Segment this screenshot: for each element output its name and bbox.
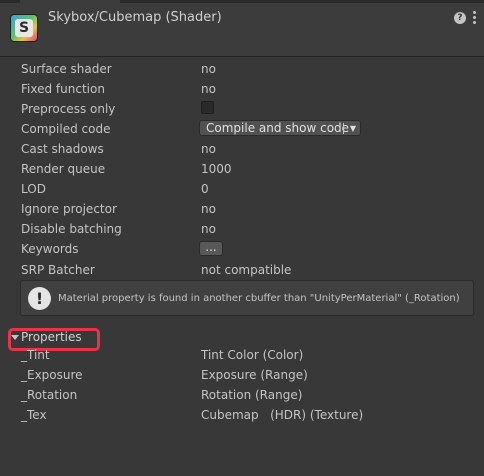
- row-label: Surface shader: [21, 62, 112, 76]
- row-value: no: [201, 142, 216, 156]
- row-ignore-projector: Ignore projector no: [0, 200, 484, 220]
- compile-and-show-code-button[interactable]: Compile and show code ▼: [199, 120, 361, 136]
- row-value: not compatible: [201, 263, 292, 277]
- row-disable-batching: Disable batching no: [0, 220, 484, 240]
- row-label: Disable batching: [21, 222, 122, 236]
- row-label: LOD: [21, 182, 46, 196]
- property-name: _Exposure: [21, 368, 83, 382]
- header-title: Skybox/Cubemap (Shader): [48, 10, 222, 25]
- row-value: 1000: [201, 162, 232, 176]
- row-keywords: Keywords ...: [0, 240, 484, 260]
- row-lod: LOD 0: [0, 180, 484, 200]
- row-surface-shader: Surface shader no: [0, 60, 484, 80]
- property-value: Exposure (Range): [201, 368, 308, 382]
- row-value: no: [201, 62, 216, 76]
- row-label: Ignore projector: [21, 202, 117, 216]
- property-name: _Rotation: [21, 388, 78, 402]
- row-label: Compiled code: [21, 122, 111, 136]
- property-row-rotation: _Rotation Rotation (Range): [0, 386, 484, 406]
- row-label: Fixed function: [21, 82, 105, 96]
- warning-helpbox: ! Material property is found in another …: [20, 280, 474, 316]
- row-value: no: [201, 202, 216, 216]
- row-value: no: [201, 222, 216, 236]
- property-row-tint: _Tint Tint Color (Color): [0, 346, 484, 366]
- dropdown-label: Compile and show code: [206, 121, 350, 135]
- warning-icon: !: [28, 287, 51, 310]
- row-label: Preprocess only: [21, 102, 116, 116]
- property-row-exposure: _Exposure Exposure (Range): [0, 366, 484, 386]
- row-render-queue: Render queue 1000: [0, 160, 484, 180]
- shader-icon: S: [10, 14, 38, 42]
- row-fixed-function: Fixed function no: [0, 80, 484, 100]
- row-label: SRP Batcher: [21, 263, 95, 277]
- row-value: no: [201, 82, 216, 96]
- dropdown-separator: [343, 123, 344, 134]
- keywords-button[interactable]: ...: [199, 241, 223, 256]
- chevron-down-icon[interactable]: ▼: [350, 121, 356, 136]
- more-options-icon[interactable]: [471, 10, 477, 26]
- property-name: _Tint: [21, 348, 50, 362]
- row-cast-shadows: Cast shadows no: [0, 140, 484, 160]
- row-label: Keywords: [21, 242, 79, 256]
- property-row-tex: _Tex Cubemap (HDR) (Texture): [0, 406, 484, 426]
- preprocess-only-checkbox[interactable]: [201, 101, 214, 114]
- row-label: Cast shadows: [21, 142, 104, 156]
- inspector-header: S Skybox/Cubemap (Shader) ?: [0, 3, 484, 57]
- row-value: 0: [201, 182, 209, 196]
- row-preprocess-only: Preprocess only: [0, 100, 484, 120]
- property-value: Tint Color (Color): [201, 348, 304, 362]
- row-label: Render queue: [21, 162, 106, 176]
- property-value: Cubemap (HDR) (Texture): [201, 408, 364, 422]
- property-value: Rotation (Range): [201, 388, 303, 402]
- help-icon[interactable]: ?: [454, 12, 466, 24]
- property-name: _Tex: [21, 408, 47, 422]
- shader-icon-letter: S: [15, 19, 33, 37]
- row-srp-batcher: SRP Batcher not compatible: [0, 261, 484, 281]
- warning-message: Material property is found in another cb…: [58, 293, 460, 304]
- row-compiled-code: Compiled code Compile and show code ▼: [0, 120, 484, 140]
